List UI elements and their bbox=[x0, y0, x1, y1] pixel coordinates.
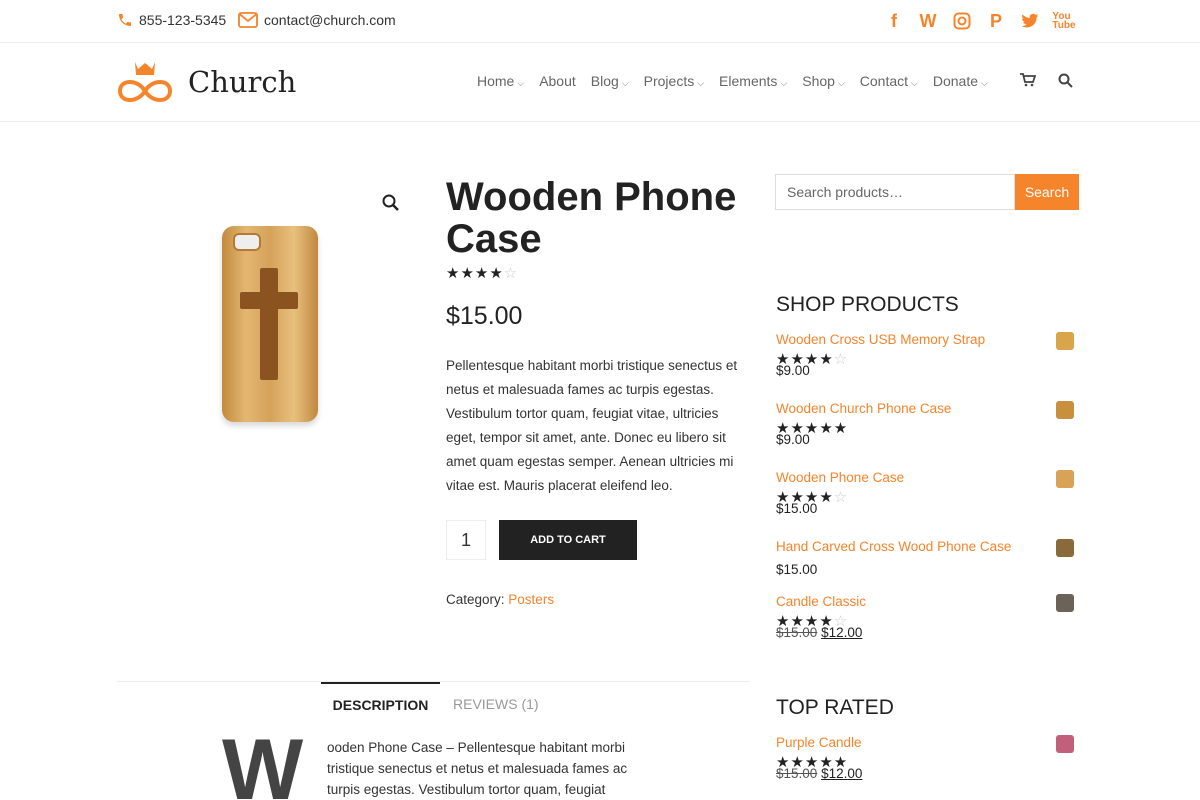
sale-price: $12.00 bbox=[821, 766, 863, 781]
zoom-icon[interactable] bbox=[381, 193, 401, 213]
nav-item-label: Contact bbox=[859, 73, 909, 89]
product-price: $15.00 bbox=[446, 302, 523, 330]
facebook-icon[interactable]: f bbox=[884, 10, 904, 32]
quantity-input[interactable]: 1 bbox=[446, 520, 486, 560]
sale-price: $12.00 bbox=[821, 625, 863, 640]
product-thumbnail[interactable] bbox=[1056, 539, 1074, 557]
nav-item-label: Home bbox=[477, 73, 515, 89]
nav-item-label: Blog bbox=[590, 73, 619, 89]
chevron-down-icon: ⌵ bbox=[981, 78, 988, 88]
category-label: Category: bbox=[446, 592, 505, 607]
product-search-input[interactable]: Search products… bbox=[775, 174, 1015, 210]
product-price: $15.00 $12.00 bbox=[776, 625, 862, 640]
phone-icon bbox=[119, 14, 131, 26]
nav-item-contact[interactable]: Contact ⌵ bbox=[860, 73, 918, 89]
add-to-cart-button[interactable]: ADD TO CART bbox=[499, 520, 637, 560]
instagram-icon[interactable] bbox=[952, 10, 972, 32]
twitter-icon[interactable] bbox=[1020, 10, 1040, 32]
product-link[interactable]: Wooden Phone Case bbox=[776, 470, 904, 485]
tab-reviews[interactable]: REVIEWS (1) bbox=[453, 696, 539, 712]
youtube-icon[interactable]: You Tube bbox=[1052, 10, 1075, 32]
chevron-down-icon: ⌵ bbox=[911, 78, 918, 88]
chevron-down-icon: ⌵ bbox=[780, 78, 788, 88]
nav-item-elements[interactable]: Elements ⌵ bbox=[719, 73, 787, 89]
nav-item-donate[interactable]: Donate ⌵ bbox=[933, 73, 988, 89]
church-logo[interactable] bbox=[116, 59, 174, 105]
email-address: contact@church.com bbox=[264, 12, 396, 28]
product-price: $9.00 bbox=[776, 363, 810, 378]
w-icon[interactable]: W bbox=[918, 10, 938, 32]
top-rated-title: TOP RATED bbox=[776, 696, 894, 719]
description-body: ooden Phone Case – Pellentesque habitant… bbox=[327, 740, 628, 797]
nav-item-label: Shop bbox=[802, 73, 835, 89]
social-links: f W P You Tube bbox=[884, 10, 1076, 32]
nav-item-projects[interactable]: Projects ⌵ bbox=[644, 73, 704, 89]
product-price: $15.00 bbox=[776, 501, 817, 516]
nav-item-label: Elements bbox=[719, 73, 778, 89]
site-header: Church Home ⌵ About Blog ⌵ Projects ⌵ Elements ⌵… bbox=[0, 43, 1200, 122]
product-rating: ★★★★☆ bbox=[446, 265, 519, 282]
nav-item-blog[interactable]: Blog ⌵ bbox=[591, 73, 629, 89]
product-price: $15.00 bbox=[776, 562, 817, 577]
phone-number: 855-123-5345 bbox=[139, 12, 227, 28]
chevron-down-icon: ⌵ bbox=[517, 78, 525, 88]
nav-item-about[interactable]: About bbox=[539, 73, 576, 89]
product-thumbnail[interactable] bbox=[1056, 332, 1074, 350]
camera-cutout bbox=[233, 233, 261, 251]
product-thumbnail[interactable] bbox=[1056, 594, 1074, 612]
chevron-down-icon: ⌵ bbox=[697, 78, 705, 88]
product-price: $15.00 $12.00 bbox=[776, 766, 862, 781]
old-price: $15.00 bbox=[776, 766, 818, 781]
product-title: Wooden Phone Case bbox=[446, 175, 737, 261]
search-icon[interactable] bbox=[1058, 73, 1073, 92]
old-price: $15.00 bbox=[776, 625, 818, 640]
price-value: $15.00 bbox=[776, 562, 818, 577]
phone-contact[interactable]: 855-123-5345 bbox=[117, 12, 226, 28]
nav-item-shop[interactable]: Shop ⌵ bbox=[802, 73, 845, 89]
cart-icon[interactable] bbox=[1020, 73, 1037, 91]
price-value: $9.00 bbox=[776, 363, 810, 378]
nav-item-label: Donate bbox=[932, 73, 978, 89]
chevron-down-icon: ⌵ bbox=[837, 78, 845, 88]
product-thumbnail[interactable] bbox=[1056, 735, 1074, 753]
description-dropcap: W bbox=[222, 722, 304, 800]
product-thumbnail[interactable] bbox=[1056, 470, 1074, 488]
product-link[interactable]: Hand Carved Cross Wood Phone Case bbox=[776, 539, 1011, 554]
price-value: $9.00 bbox=[776, 432, 810, 447]
top-bar: 855-123-5345 contact@church.com f W P Yo… bbox=[0, 0, 1200, 43]
product-link[interactable]: Wooden Church Phone Case bbox=[776, 401, 951, 416]
price-value: $15.00 bbox=[776, 501, 818, 516]
search-button[interactable]: Search bbox=[1015, 174, 1079, 210]
main-nav: Home ⌵ About Blog ⌵ Projects ⌵ Elements ⌵ Shop ⌵ Co… bbox=[477, 73, 988, 89]
nav-item-label: About bbox=[539, 73, 576, 89]
tab-description[interactable]: DESCRIPTION bbox=[321, 682, 440, 726]
product-link[interactable]: Candle Classic bbox=[776, 594, 866, 609]
nav-item-label: Projects bbox=[643, 73, 695, 89]
product-thumbnail[interactable] bbox=[1056, 401, 1074, 419]
shop-products-title: SHOP PRODUCTS bbox=[776, 293, 959, 316]
brand-name[interactable]: Church bbox=[188, 65, 296, 99]
paypal-icon[interactable]: P bbox=[986, 10, 1006, 32]
chevron-down-icon: ⌵ bbox=[621, 78, 629, 88]
envelope-icon bbox=[238, 12, 258, 28]
cross-engraving-bar bbox=[240, 292, 298, 309]
product-link[interactable]: Purple Candle bbox=[776, 735, 862, 750]
category-link[interactable]: Posters bbox=[508, 592, 554, 607]
email-contact[interactable]: contact@church.com bbox=[238, 12, 396, 28]
product-category: Category: Posters bbox=[446, 592, 554, 607]
nav-item-home[interactable]: Home ⌵ bbox=[477, 73, 524, 89]
cross-engraving bbox=[260, 268, 278, 380]
product-price: $9.00 bbox=[776, 432, 810, 447]
product-short-description: Pellentesque habitant morbi tristique se… bbox=[446, 358, 738, 493]
product-link[interactable]: Wooden Cross USB Memory Strap bbox=[776, 332, 985, 347]
